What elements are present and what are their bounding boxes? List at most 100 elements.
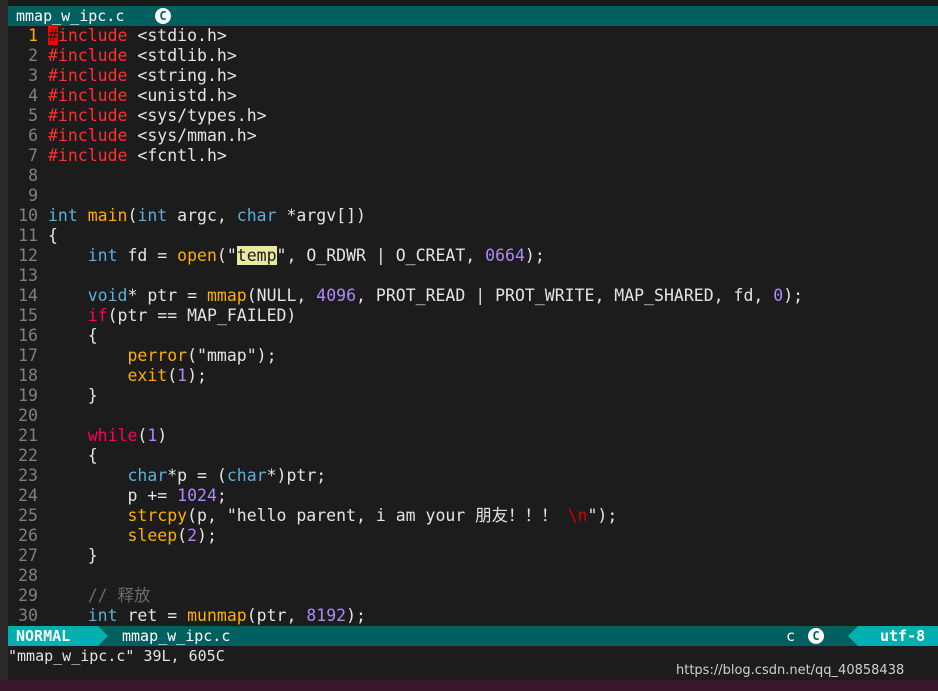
- code-line[interactable]: 24 p += 1024;: [8, 486, 938, 506]
- code-token: (ptr == MAP_FAILED): [107, 306, 297, 325]
- code-line[interactable]: 17 perror("mmap");: [8, 346, 938, 366]
- code-line[interactable]: 15 if(ptr == MAP_FAILED): [8, 306, 938, 326]
- code-line[interactable]: 23 char*p = (char*)ptr;: [8, 466, 938, 486]
- code-line[interactable]: 2 #include <stdlib.h>: [8, 46, 938, 66]
- code-line[interactable]: 26 sleep(2);: [8, 526, 938, 546]
- line-code: {: [48, 226, 58, 246]
- line-number: 28: [18, 566, 38, 585]
- code-line[interactable]: 27 }: [8, 546, 938, 566]
- code-token: #include: [48, 86, 128, 105]
- code-line[interactable]: 16 {: [8, 326, 938, 346]
- line-code: #include <unistd.h>: [48, 86, 237, 106]
- tab-filename[interactable]: mmap_w_ipc.c: [16, 6, 124, 26]
- line-number: 14: [18, 286, 38, 305]
- mode-indicator: NORMAL: [8, 626, 98, 646]
- line-code: exit(1);: [48, 366, 207, 386]
- code-token: <unistd.h>: [127, 86, 237, 105]
- code-line[interactable]: 9: [8, 186, 938, 206]
- code-token: while: [87, 426, 138, 445]
- line-code: if(ptr == MAP_FAILED): [48, 306, 297, 326]
- code-token: (p, "hello parent, i am your 朋友！！！: [187, 506, 568, 525]
- line-number: 1: [28, 26, 38, 45]
- mode-separator-arrow: [98, 626, 108, 646]
- code-line[interactable]: 6 #include <sys/mman.h>: [8, 126, 938, 146]
- line-code: sleep(2);: [48, 526, 216, 546]
- code-line[interactable]: 4 #include <unistd.h>: [8, 86, 938, 106]
- code-token: int: [137, 206, 168, 225]
- code-line[interactable]: 1 #include <stdio.h>: [8, 26, 938, 46]
- code-token: perror: [127, 346, 188, 365]
- code-line[interactable]: 19 }: [8, 386, 938, 406]
- code-token: strcpy: [127, 506, 188, 525]
- code-line[interactable]: 8: [8, 166, 938, 186]
- code-line[interactable]: 5 #include <sys/types.h>: [8, 106, 938, 126]
- code-token: 1: [177, 366, 188, 385]
- code-editor[interactable]: 1 #include <stdio.h> 2 #include <stdlib.h> 3…: [8, 26, 938, 626]
- code-token: {: [48, 326, 98, 345]
- code-token: , PROT_READ | PROT_WRITE, MAP_SHARED, fd…: [356, 286, 774, 305]
- line-code: int ret = munmap(ptr, 8192);: [48, 606, 366, 626]
- line-number: 24: [18, 486, 38, 505]
- code-line[interactable]: 30 int ret = munmap(ptr, 8192);: [8, 606, 938, 626]
- line-number: 10: [18, 206, 38, 225]
- code-token: main: [87, 206, 128, 225]
- code-token: 4096: [316, 286, 357, 305]
- code-token: 2: [187, 526, 198, 545]
- code-token: 1: [147, 426, 158, 445]
- code-token: // 释放: [87, 586, 151, 605]
- line-code: }: [48, 546, 98, 566]
- code-line[interactable]: 3 #include <string.h>: [8, 66, 938, 86]
- code-token: void: [87, 286, 128, 305]
- code-line[interactable]: 29 // 释放: [8, 586, 938, 606]
- line-number: 25: [18, 506, 38, 525]
- code-line[interactable]: 14 void* ptr = mmap(NULL, 4096, PROT_REA…: [8, 286, 938, 306]
- code-line[interactable]: 12 int fd = open("temp", O_RDWR | O_CREA…: [8, 246, 938, 266]
- code-line[interactable]: 11 {: [8, 226, 938, 246]
- line-code: {: [48, 326, 98, 346]
- line-code: #include <sys/types.h>: [48, 106, 267, 126]
- code-token: #include: [48, 46, 128, 65]
- line-code: char*p = (char*)ptr;: [48, 466, 326, 486]
- code-token: \n: [567, 506, 588, 525]
- code-token: *argv[]): [276, 206, 366, 225]
- code-line[interactable]: 21 while(1): [8, 426, 938, 446]
- c-language-icon: C: [808, 628, 824, 644]
- line-code: #include <stdlib.h>: [48, 46, 237, 66]
- code-token: );: [524, 246, 545, 265]
- code-line[interactable]: 13: [8, 266, 938, 286]
- line-code: #include <sys/mman.h>: [48, 126, 257, 146]
- line-number: 23: [18, 466, 38, 485]
- search-highlight: temp: [236, 246, 277, 265]
- code-token: (: [137, 426, 148, 445]
- code-token: 1024: [177, 486, 217, 505]
- code-token: char: [127, 466, 168, 485]
- line-number: 21: [18, 426, 38, 445]
- code-token: ");: [587, 506, 618, 525]
- code-line[interactable]: 20: [8, 406, 938, 426]
- code-token: int: [87, 246, 118, 265]
- code-line[interactable]: 25 strcpy(p, "hello parent, i am your 朋友…: [8, 506, 938, 526]
- line-code: perror("mmap");: [48, 346, 276, 366]
- line-code: int main(int argc, char *argv[]): [48, 206, 366, 226]
- window-left-edge: [0, 0, 8, 691]
- code-line[interactable]: 7 #include <fcntl.h>: [8, 146, 938, 166]
- status-filetype: c: [786, 627, 796, 645]
- line-number: 12: [18, 246, 38, 265]
- line-number: 9: [28, 186, 38, 205]
- code-token: *p = (: [167, 466, 227, 485]
- code-line[interactable]: 10 int main(int argc, char *argv[]): [8, 206, 938, 226]
- code-line[interactable]: 28: [8, 566, 938, 586]
- line-number: 17: [18, 346, 38, 365]
- line-code: #include <string.h>: [48, 66, 237, 86]
- code-line[interactable]: 18 exit(1);: [8, 366, 938, 386]
- line-number: 13: [18, 266, 38, 285]
- code-token: sleep: [127, 526, 178, 545]
- line-code: #include <stdio.h>: [48, 26, 227, 46]
- code-line[interactable]: 22 {: [8, 446, 938, 466]
